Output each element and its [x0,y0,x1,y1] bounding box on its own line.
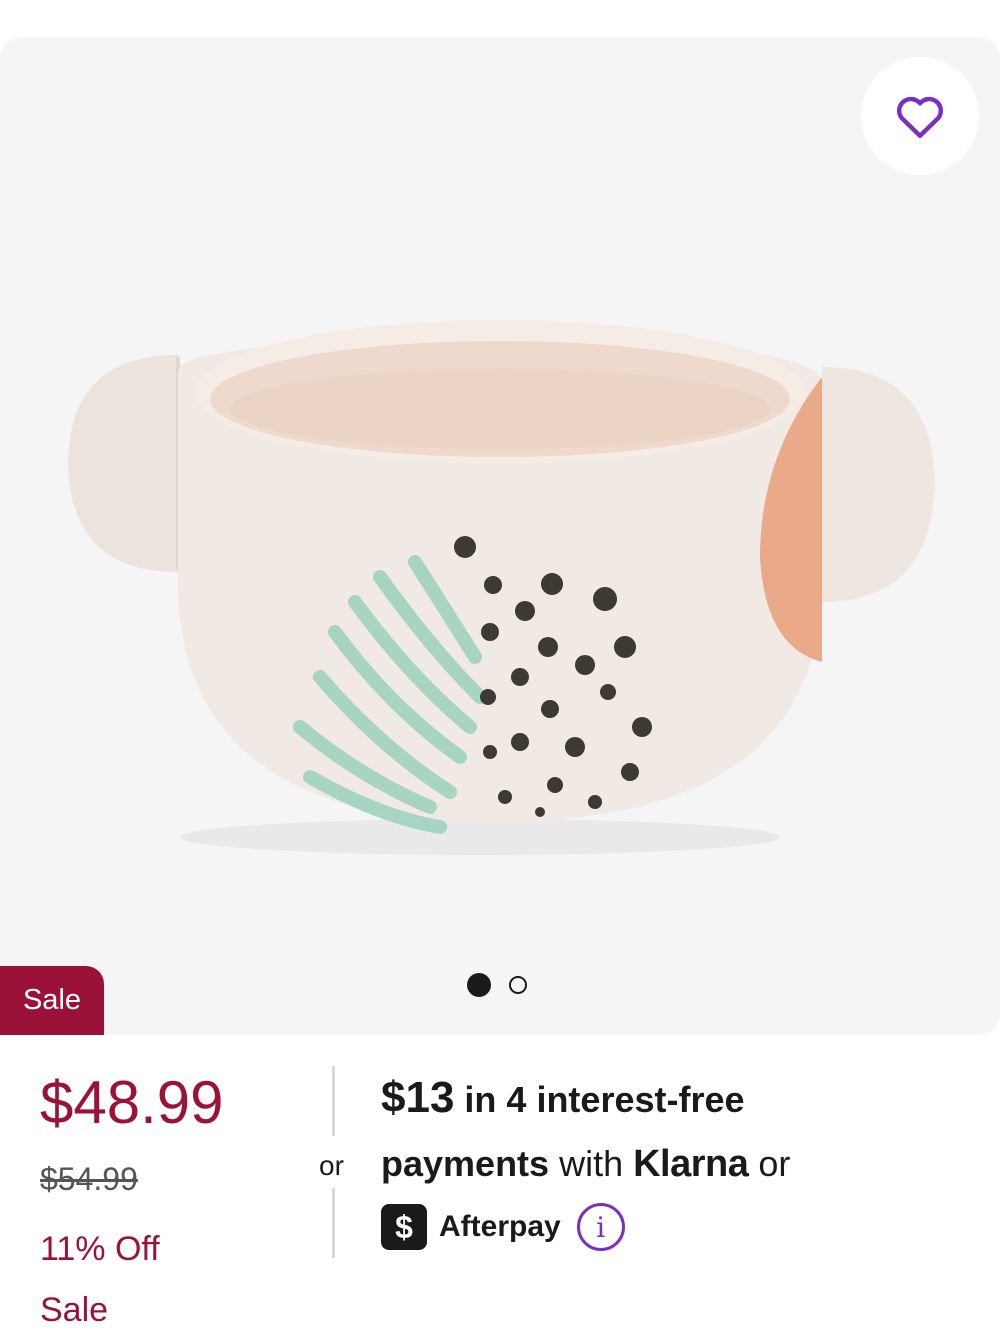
favorite-button[interactable] [861,57,979,175]
bowl-right-handle [822,367,935,602]
product-image-card[interactable] [0,37,1000,1035]
installment-payments: payments [381,1143,550,1184]
bowl-left-handle [68,355,178,572]
afterpay-row: $ Afterpay i [381,1203,625,1251]
sale-status: Sale [40,1291,109,1329]
current-price: $48.99 [40,1069,224,1136]
bowl-interior-shade [230,369,770,449]
or-label: or [319,1150,344,1181]
bowl-shadow [180,819,780,855]
afterpay-label: Afterpay [439,1210,561,1243]
original-price: $54.99 [40,1161,138,1197]
heart-outline-icon [897,96,943,139]
gallery-pagination [467,973,527,997]
installment-amount: $13 [381,1073,455,1122]
klarna-logo: Klarna [633,1143,749,1185]
installment-line-1: $13 in 4 interest-free [381,1073,745,1123]
installment-or: or [748,1143,791,1184]
installment-line-2: payments with Klarna or [381,1143,790,1186]
gallery-dot-2[interactable] [509,976,527,994]
installment-with: with [549,1143,634,1184]
gallery-dot-1[interactable] [467,973,491,997]
info-circle-icon[interactable]: i [576,1203,625,1251]
discount-label: 11% Off [40,1230,160,1268]
installment-terms: in 4 interest-free [454,1079,745,1120]
afterpay-logo-icon: $ [381,1204,427,1250]
product-image[interactable] [0,37,1000,1035]
sale-badge: Sale [0,966,104,1035]
divider [332,1188,335,1258]
divider [332,1066,335,1136]
